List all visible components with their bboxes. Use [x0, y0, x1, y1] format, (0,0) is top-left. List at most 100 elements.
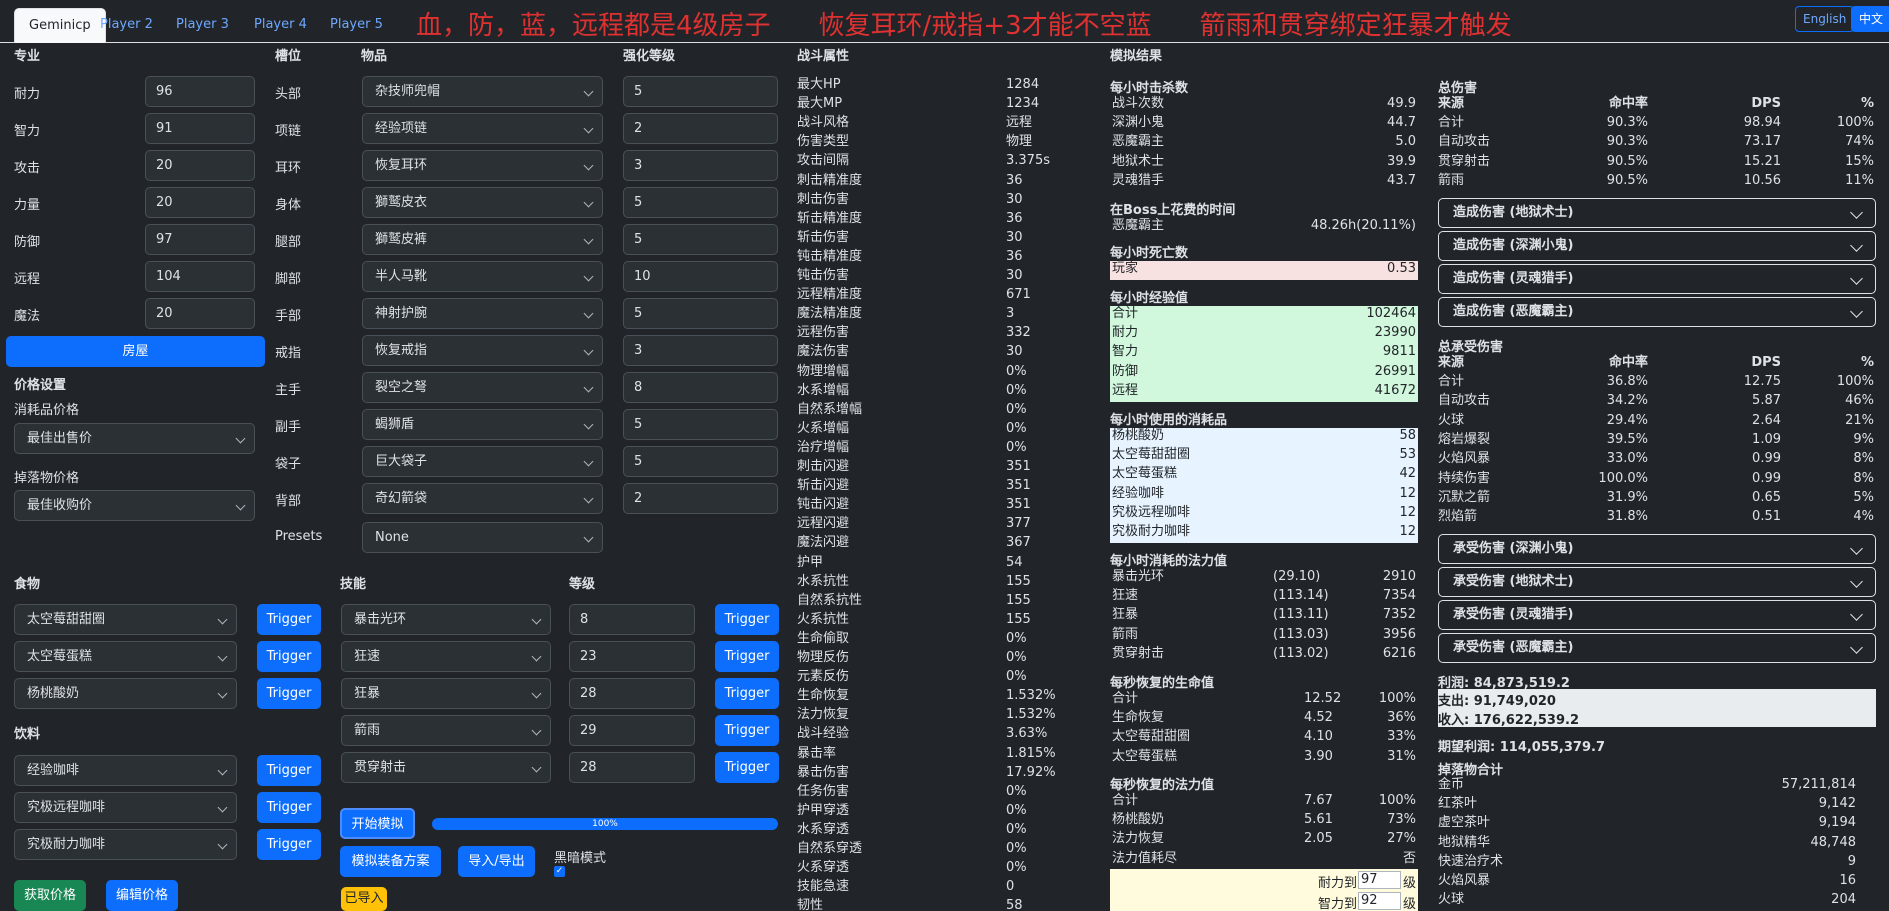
profession-input[interactable]: 20: [145, 150, 255, 181]
chevron-down-icon: [583, 308, 594, 319]
equipment-item-select[interactable]: 巨大袋子: [362, 446, 603, 477]
enhance-level-input[interactable]: 5: [623, 76, 778, 107]
food-trigger-button[interactable]: Trigger: [257, 641, 321, 672]
drink-select[interactable]: 经验咖啡: [14, 755, 237, 786]
drop-price-select[interactable]: 最佳收购价: [14, 490, 255, 521]
skill-select[interactable]: 箭雨: [341, 715, 551, 746]
house-button[interactable]: 房屋: [6, 336, 265, 367]
drink-trigger-button[interactable]: Trigger: [257, 792, 321, 823]
equipment-item-select[interactable]: 经验项链: [362, 113, 603, 144]
drink-trigger-button[interactable]: Trigger: [257, 829, 321, 860]
stat-value: 36: [1006, 248, 1023, 264]
skill-level-input[interactable]: 28: [569, 752, 695, 783]
kills-value: 44.7: [1387, 115, 1416, 131]
equipment-item-select[interactable]: 恢复戒指: [362, 335, 603, 366]
start-simulation-button[interactable]: 开始模拟: [340, 808, 415, 839]
get-price-button[interactable]: 获取价格: [14, 880, 86, 911]
profession-input[interactable]: 91: [145, 113, 255, 144]
enhance-level-input[interactable]: 5: [623, 298, 778, 329]
damage-taken-accordion[interactable]: 承受伤害 (灵魂猎手): [1438, 600, 1876, 630]
skill-level-input[interactable]: 23: [569, 641, 695, 672]
damage-dealt-accordion[interactable]: 造成伤害 (恶魔霸主): [1438, 297, 1876, 327]
enhance-level-input[interactable]: 5: [623, 187, 778, 218]
skill-select[interactable]: 狂暴: [341, 678, 551, 709]
combat-stat-row: 法力恢复 1.532%: [797, 707, 1087, 723]
skill-level-input[interactable]: 29: [569, 715, 695, 746]
simulate-equipment-button[interactable]: 模拟装备方案: [340, 846, 441, 877]
total-taken-dps: 5.87: [1752, 393, 1781, 409]
skill-trigger-button[interactable]: Trigger: [715, 678, 779, 709]
enhance-level-input[interactable]: 5: [623, 409, 778, 440]
level-target-input[interactable]: 92: [1358, 892, 1401, 910]
food-select[interactable]: 太空莓甜甜圈: [14, 604, 237, 635]
skill-trigger-button[interactable]: Trigger: [715, 752, 779, 783]
total-taken-hit: 33.0%: [1606, 451, 1648, 467]
drink-select[interactable]: 究极远程咖啡: [14, 792, 237, 823]
skill-trigger-button[interactable]: Trigger: [715, 604, 779, 635]
enhance-level-input[interactable]: 3: [623, 150, 778, 181]
skill-select[interactable]: 贯穿射击: [341, 752, 551, 783]
consumable-price-select[interactable]: 最佳出售价: [14, 423, 255, 454]
profession-input[interactable]: 97: [145, 224, 255, 255]
food-trigger-button[interactable]: Trigger: [257, 678, 321, 709]
equipment-item-select[interactable]: 奇幻箭袋: [362, 483, 603, 514]
combat-stat-row: 水系穿透 0%: [797, 822, 1087, 838]
stat-name: 物理反伤: [797, 650, 850, 665]
damage-taken-accordion[interactable]: 承受伤害 (深渊小鬼): [1438, 534, 1876, 564]
mana-consumed-title: 每小时消耗的法力值: [1110, 554, 1228, 569]
equipment-item-select[interactable]: 裂空之弩: [362, 372, 603, 403]
skill-trigger-button[interactable]: Trigger: [715, 641, 779, 672]
consumables-row: 究极远程咖啡 12: [1110, 504, 1418, 524]
tab-1[interactable]: Geminicp: [14, 8, 106, 43]
equipment-item-select[interactable]: 恢复耳环: [362, 150, 603, 181]
skill-select[interactable]: 狂速: [341, 641, 551, 672]
food-select[interactable]: 杨桃酸奶: [14, 678, 237, 709]
skill-trigger-button[interactable]: Trigger: [715, 715, 779, 746]
english-button[interactable]: English: [1795, 6, 1855, 32]
damage-dealt-accordion[interactable]: 造成伤害 (灵魂猎手): [1438, 264, 1876, 294]
total-damage-row: 贯穿射击 90.5% 15.21 15%: [1438, 154, 1876, 170]
damage-taken-accordion[interactable]: 承受伤害 (地狱术士): [1438, 567, 1876, 597]
level-target-input[interactable]: 97: [1358, 871, 1401, 889]
total-damage-header-row: 来源 命中率 DPS%: [1438, 96, 1876, 112]
equipment-item-select[interactable]: 杂技师兜帽: [362, 76, 603, 107]
profession-input[interactable]: 20: [145, 298, 255, 329]
kills-name: 地狱术士: [1112, 153, 1165, 169]
drink-select[interactable]: 究极耐力咖啡: [14, 829, 237, 860]
equipment-item-select[interactable]: 獅鹫皮衣: [362, 187, 603, 218]
import-export-button[interactable]: 导入/导出: [458, 846, 535, 877]
food-value: 太空莓蛋糕: [27, 649, 93, 664]
tab-2[interactable]: Player 2: [100, 8, 153, 43]
skill-level-input[interactable]: 8: [569, 604, 695, 635]
food-select[interactable]: 太空莓蛋糕: [14, 641, 237, 672]
equipment-item-select[interactable]: 神射护腕: [362, 298, 603, 329]
equipment-item-select[interactable]: 獅鹫皮裤: [362, 224, 603, 255]
damage-dealt-accordion[interactable]: 造成伤害 (地狱术士): [1438, 198, 1876, 228]
chinese-button[interactable]: 中文: [1851, 6, 1889, 32]
enhance-level-input[interactable]: 2: [623, 483, 778, 514]
profession-input[interactable]: 96: [145, 76, 255, 107]
enhance-level-input[interactable]: 5: [623, 446, 778, 477]
skill-select[interactable]: 暴击光环: [341, 604, 551, 635]
skill-level-input[interactable]: 28: [569, 678, 695, 709]
damage-taken-accordion[interactable]: 承受伤害 (恶魔霸主): [1438, 633, 1876, 663]
enhance-level-input[interactable]: 2: [623, 113, 778, 144]
equipment-item-select[interactable]: 蝎狮盾: [362, 409, 603, 440]
edit-price-button[interactable]: 编辑价格: [106, 880, 178, 911]
profession-input[interactable]: 104: [145, 261, 255, 292]
enhance-level-input[interactable]: 3: [623, 335, 778, 366]
presets-select[interactable]: None: [362, 522, 603, 553]
damage-dealt-accordion[interactable]: 造成伤害 (深渊小鬼): [1438, 231, 1876, 261]
tab-5[interactable]: Player 5: [330, 8, 383, 43]
enhance-level-input[interactable]: 5: [623, 224, 778, 255]
drink-trigger-button[interactable]: Trigger: [257, 755, 321, 786]
enhance-level-input[interactable]: 10: [623, 261, 778, 292]
enhance-level-input[interactable]: 8: [623, 372, 778, 403]
food-trigger-button[interactable]: Trigger: [257, 604, 321, 635]
mana-consumed-row: 贯穿射击 (113.02) 6216: [1110, 646, 1418, 662]
profession-input[interactable]: 20: [145, 187, 255, 218]
equipment-item-select[interactable]: 半人马靴: [362, 261, 603, 292]
dark-mode-checkbox[interactable]: ✓: [554, 866, 565, 877]
tab-3[interactable]: Player 3: [176, 8, 229, 43]
tab-4[interactable]: Player 4: [254, 8, 307, 43]
